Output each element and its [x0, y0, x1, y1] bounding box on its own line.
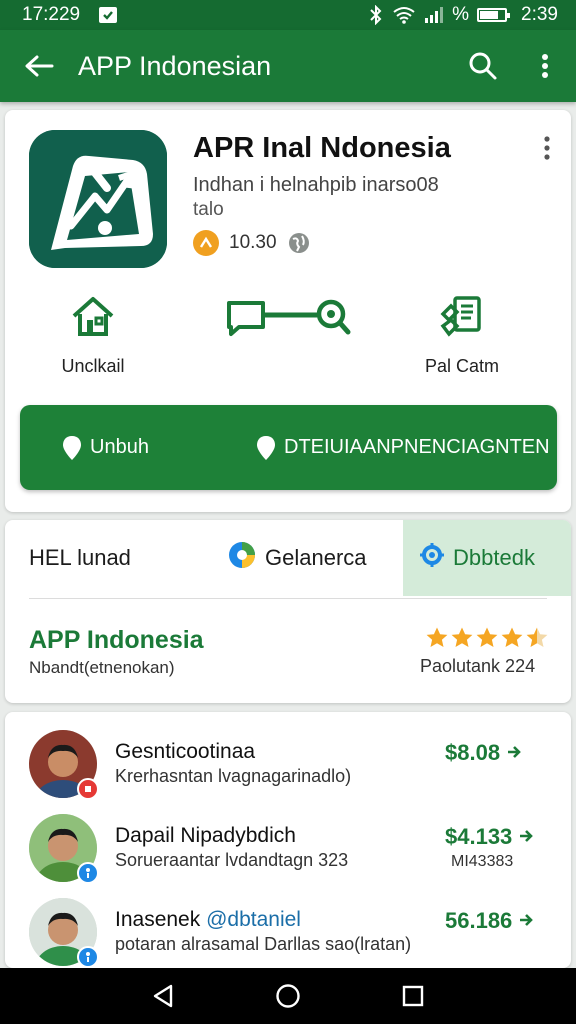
app-subtitle: Indhan i helnahpib inarso08 — [193, 174, 439, 196]
tab-bar: HEL lunad Gelanerca Dbbtedk — [5, 520, 571, 596]
rating-badge-icon — [193, 230, 219, 256]
status-bar: 17:229 % 2:39 — [0, 0, 576, 30]
list-item-price[interactable]: $4.133 — [445, 824, 534, 850]
arrow-right-icon — [518, 824, 534, 850]
download-label: DTEIUIAANPNENCIAGNTEN — [284, 436, 550, 458]
star-icon — [526, 627, 548, 647]
app-meta: 10.30 — [193, 230, 311, 256]
feature-pal-catm[interactable]: Pal Catm — [425, 292, 499, 377]
download-button[interactable]: DTEIUIAANPNENCIAGNTEN — [256, 405, 550, 490]
app-bar: APP Indonesian — [0, 30, 576, 102]
summary-rank: Paolutank 224 — [420, 656, 536, 676]
nav-home-icon[interactable] — [263, 971, 313, 1021]
colorful-globe-icon — [227, 540, 257, 576]
list-item-handle[interactable]: @dbtaniel — [206, 908, 301, 931]
app-title: APR Inal Ndonesia — [193, 132, 451, 164]
arrow-right-icon — [506, 740, 522, 766]
list-item-desc: potaran alrasamal Darllas sao(lratan) — [115, 934, 412, 954]
list-item-name: Inasenek @dbtaniel — [115, 908, 301, 932]
tab-dbbtedk[interactable]: Dbbtedk — [403, 520, 571, 596]
system-nav-bar — [0, 968, 576, 1024]
price-value: $4.133 — [445, 824, 513, 849]
status-time: 17:229 — [22, 4, 81, 25]
list-item-desc: Sorueraantar lvdandtagn 323 — [115, 850, 349, 870]
star-rating — [425, 626, 549, 650]
app-logo — [29, 130, 167, 268]
list-item[interactable]: Inasenek @dbtaniel potaran alrasamal Dar… — [5, 892, 571, 974]
documents-icon — [430, 292, 494, 342]
app-header-card: APR Inal Ndonesia Indhan i helnahpib ina… — [5, 110, 571, 512]
location-pin-icon — [62, 435, 82, 461]
signal-icon — [424, 6, 444, 24]
app-rating: 10.30 — [229, 232, 277, 253]
unbuh-button[interactable]: Unbuh — [62, 405, 149, 490]
list-item[interactable]: Dapail Nipadybdich Sorueraantar lvdandta… — [5, 808, 571, 890]
nav-recents-icon[interactable] — [388, 971, 438, 1021]
battery-icon — [477, 8, 511, 22]
bluetooth-icon — [368, 5, 384, 25]
list-item-extra: MI43383 — [451, 853, 514, 870]
feature-label: Unclkail — [61, 356, 125, 376]
status-badge — [77, 946, 99, 968]
action-bar: Unbuh DTEIUIAANPNENCIAGNTEN — [20, 405, 557, 490]
summary-title: APP Indonesia — [29, 626, 204, 654]
gear-icon — [419, 542, 445, 574]
chat-search-icon — [223, 292, 353, 342]
location-pin-icon — [256, 435, 276, 461]
search-icon[interactable] — [452, 30, 514, 102]
status-badge — [77, 778, 99, 800]
battery-label: % — [452, 4, 470, 25]
star-icon — [476, 627, 498, 647]
more-vert-icon[interactable] — [535, 128, 559, 168]
back-arrow-icon[interactable] — [0, 30, 78, 102]
star-icon — [426, 627, 448, 647]
tab-label: Gelanerca — [265, 545, 367, 570]
star-icon — [451, 627, 473, 647]
tab-label: Dbbtedk — [453, 545, 535, 570]
summary-subtitle: Nbandt(etnenokan) — [29, 658, 175, 677]
list-item-desc: Krerhasntan lvagnagarinadlo) — [115, 766, 352, 786]
feature-chat-search[interactable] — [223, 292, 353, 356]
tab-label: HEL lunad — [29, 545, 131, 570]
wifi-icon — [392, 6, 416, 24]
price-value: 56.186 — [445, 908, 513, 933]
tab-hel-lunad[interactable]: HEL lunad — [29, 520, 131, 596]
house-icon — [61, 292, 125, 342]
nav-back-icon[interactable] — [138, 971, 188, 1021]
status-time-right: 2:39 — [521, 4, 558, 25]
divider — [29, 598, 547, 599]
more-vert-icon[interactable] — [514, 30, 576, 102]
list-item-price[interactable]: $8.08 — [445, 740, 522, 766]
feature-label: Pal Catm — [425, 356, 500, 376]
app-bar-title: APP Indonesian — [78, 50, 272, 81]
feature-unclkail[interactable]: Unclkail — [61, 292, 125, 377]
arrow-right-icon — [518, 908, 534, 934]
list-item-name-text: Inasenek — [115, 908, 207, 931]
globe-icon — [287, 231, 311, 255]
tab-gelanerca[interactable]: Gelanerca — [227, 520, 367, 596]
notification-icon — [98, 6, 118, 24]
list-item-name: Dapail Nipadybdich — [115, 824, 296, 847]
star-icon — [501, 627, 523, 647]
summary-card: HEL lunad Gelanerca Dbbtedk APP Indonesi… — [5, 520, 571, 703]
people-list-card: Gesnticootinaa Krerhasntan lvagnagarinad… — [5, 712, 571, 968]
list-item-name: Gesnticootinaa — [115, 740, 256, 763]
status-badge — [77, 862, 99, 884]
price-value: $8.08 — [445, 740, 501, 765]
list-item-price[interactable]: 56.186 — [445, 908, 534, 934]
unbuh-label: Unbuh — [90, 436, 149, 458]
app-subtitle-2: talo — [193, 199, 224, 220]
list-item[interactable]: Gesnticootinaa Krerhasntan lvagnagarinad… — [5, 724, 571, 806]
